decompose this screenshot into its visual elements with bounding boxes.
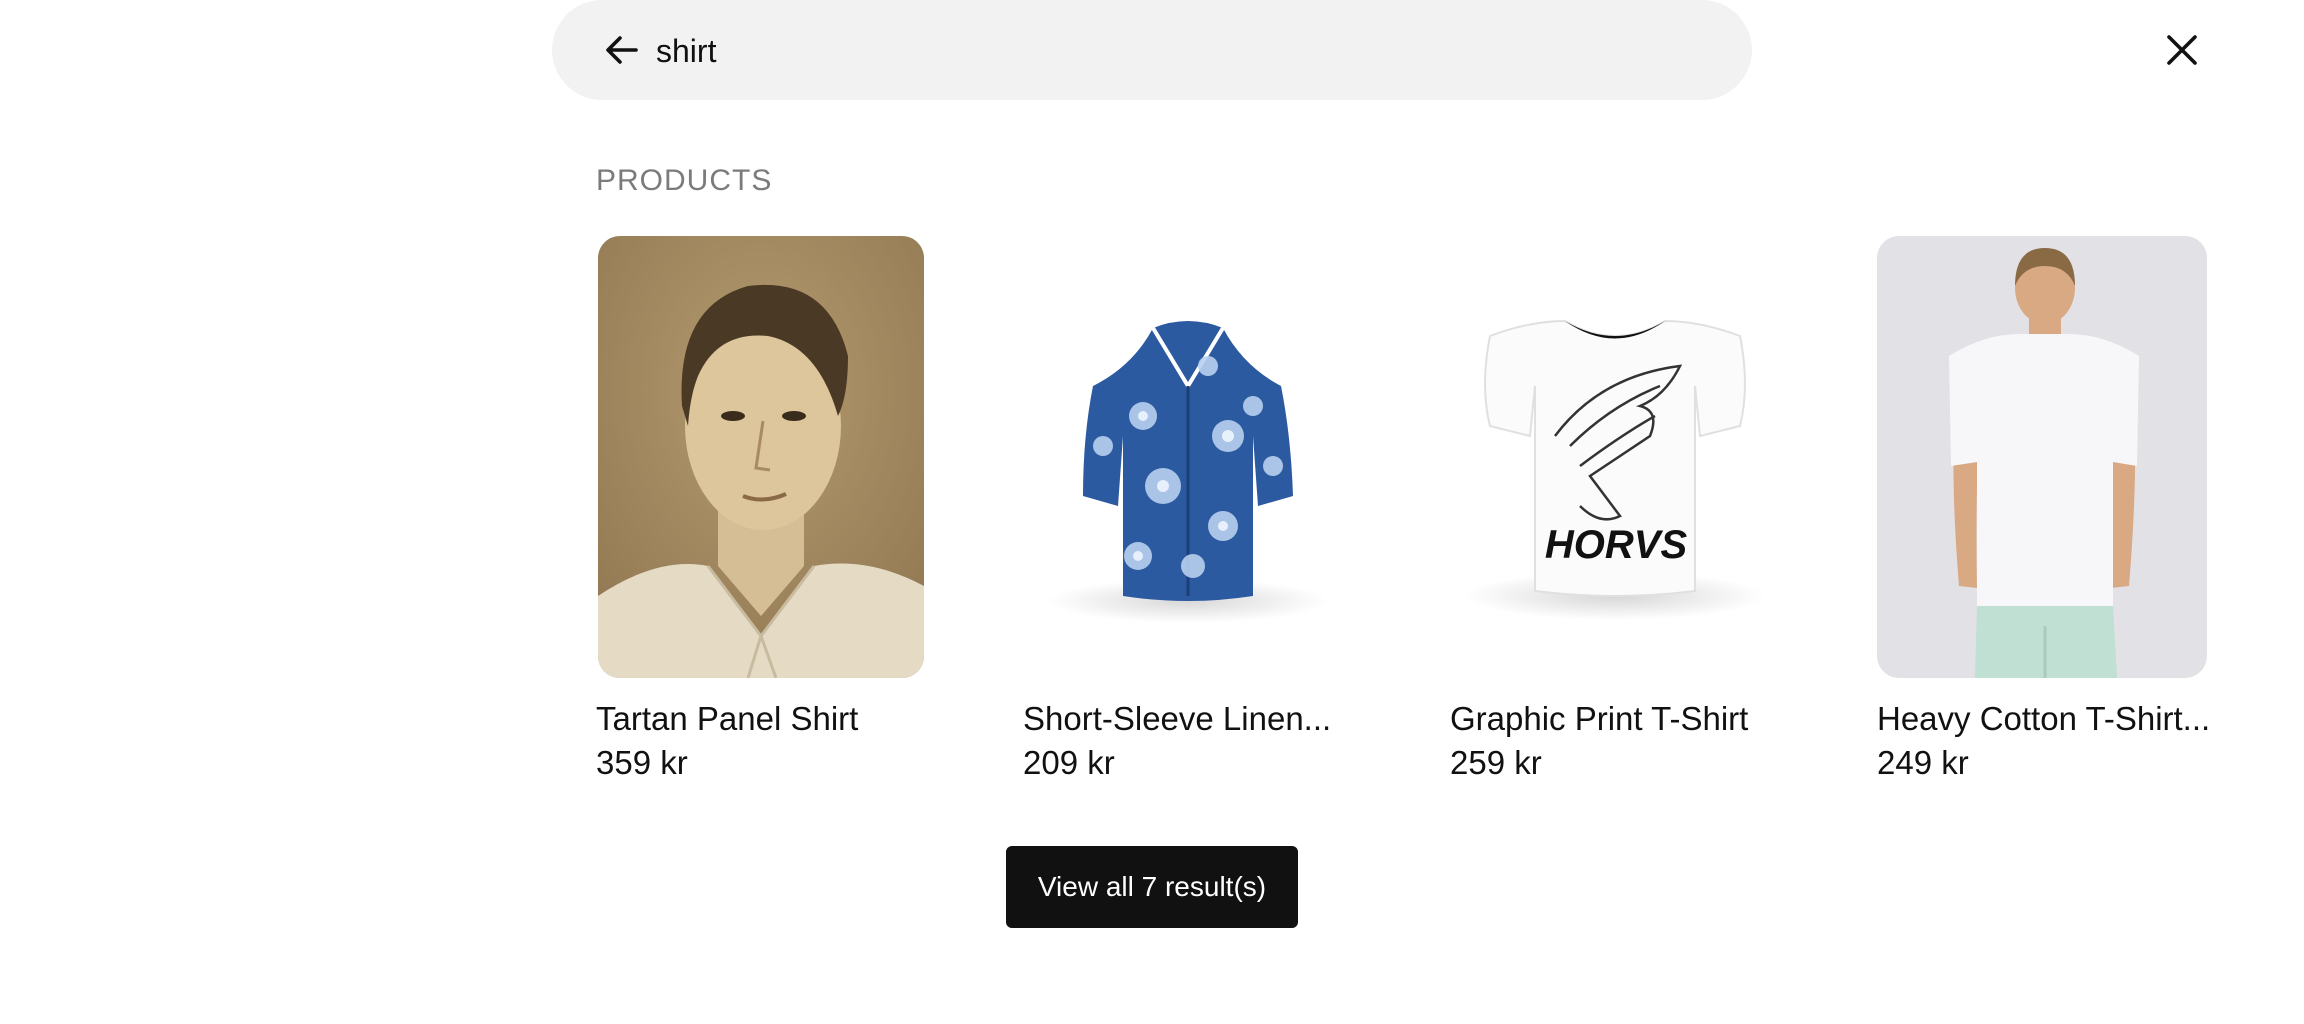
section-title-products: PRODUCTS — [596, 164, 773, 197]
product-price: 249 kr — [1877, 744, 1969, 781]
product-image — [1023, 236, 1349, 678]
product-card[interactable]: Tartan Panel Shirt 359 kr — [596, 236, 928, 781]
product-name: Tartan Panel Shirt — [596, 700, 859, 737]
product-name: Heavy Cotton T-Shirt... — [1877, 700, 2211, 737]
product-image: HORVS — [1450, 236, 1776, 678]
product-image — [1877, 236, 2207, 678]
product-image — [598, 236, 924, 678]
close-button[interactable] — [2154, 22, 2210, 78]
arrow-left-icon — [606, 36, 638, 64]
back-button[interactable] — [596, 24, 648, 76]
search-overlay: PRODUCTS — [0, 0, 2304, 1024]
product-name: Short-Sleeve Linen... — [1023, 700, 1332, 737]
product-card[interactable]: Short-Sleeve Linen... 209 kr — [1023, 236, 1355, 781]
search-bar — [552, 0, 1752, 100]
close-icon — [2167, 35, 2197, 65]
product-card[interactable]: Heavy Cotton T-Shirt... 249 kr — [1877, 236, 2210, 781]
product-card[interactable]: HORVS Graphic Print T-Shirt 259 kr — [1450, 236, 1782, 781]
product-price: 209 kr — [1023, 744, 1115, 781]
product-list: Tartan Panel Shirt 359 kr Short-Sleeve L… — [596, 236, 2216, 796]
search-input[interactable] — [654, 22, 1698, 80]
product-price: 259 kr — [1450, 744, 1542, 781]
product-name: Graphic Print T-Shirt — [1450, 700, 1749, 737]
svg-text:HORVS: HORVS — [1545, 523, 1688, 567]
view-all-results-button[interactable]: View all 7 result(s) — [1006, 846, 1298, 928]
product-price: 359 kr — [596, 744, 688, 781]
